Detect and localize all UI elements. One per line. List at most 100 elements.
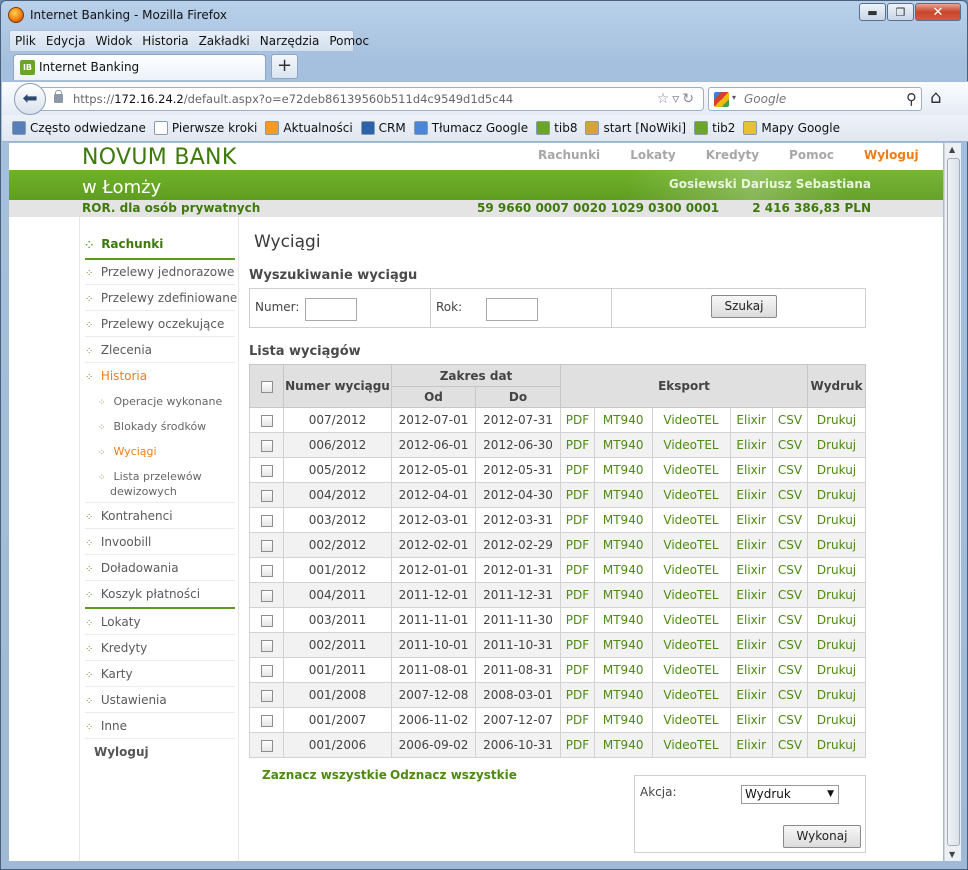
export-videotel-link[interactable]: VideoTEL	[651, 607, 731, 633]
bookmark-item[interactable]: Mapy Google	[743, 121, 840, 135]
export-mt940-link[interactable]: MT940	[593, 732, 653, 758]
menu-narzedzia[interactable]: Narzędzia	[255, 31, 325, 51]
export-pdf-link[interactable]: PDF	[560, 482, 595, 508]
export-mt940-link[interactable]: MT940	[593, 482, 653, 508]
bookmark-item[interactable]: Często odwiedzane	[12, 121, 146, 135]
szukaj-button[interactable]: Szukaj	[711, 295, 777, 318]
export-csv-link[interactable]: CSV	[771, 507, 809, 533]
export-pdf-link[interactable]: PDF	[560, 632, 595, 658]
export-csv-link[interactable]: CSV	[771, 557, 809, 583]
row-checkbox[interactable]	[249, 507, 284, 533]
export-csv-link[interactable]: CSV	[771, 407, 809, 433]
export-pdf-link[interactable]: PDF	[560, 432, 595, 458]
drukuj-link[interactable]: Drukuj	[807, 432, 866, 458]
numer-input[interactable]	[305, 298, 357, 321]
export-pdf-link[interactable]: PDF	[560, 682, 595, 708]
row-checkbox[interactable]	[249, 407, 284, 433]
bookmark-item[interactable]: Pierwsze kroki	[153, 121, 257, 135]
export-elixir-link[interactable]: Elixir	[729, 607, 773, 633]
export-elixir-link[interactable]: Elixir	[729, 632, 773, 658]
sidebar-item-doladowania[interactable]: ⁘ Doładowania	[85, 561, 179, 575]
drukuj-link[interactable]: Drukuj	[807, 507, 866, 533]
drukuj-link[interactable]: Drukuj	[807, 557, 866, 583]
back-arrow-icon[interactable]: ⬅	[14, 83, 46, 115]
export-elixir-link[interactable]: Elixir	[729, 407, 773, 433]
drukuj-link[interactable]: Drukuj	[807, 682, 866, 708]
row-checkbox[interactable]	[249, 557, 284, 583]
export-pdf-link[interactable]: PDF	[560, 707, 595, 733]
export-mt940-link[interactable]: MT940	[593, 532, 653, 558]
menu-widok[interactable]: Widok	[90, 31, 137, 51]
export-elixir-link[interactable]: Elixir	[729, 732, 773, 758]
drukuj-link[interactable]: Drukuj	[807, 657, 866, 683]
bookmark-item[interactable]: Tłumacz Google	[413, 121, 528, 135]
bookmark-item[interactable]: start [NoWiki]	[585, 121, 686, 135]
export-pdf-link[interactable]: PDF	[560, 582, 595, 608]
export-elixir-link[interactable]: Elixir	[729, 507, 773, 533]
export-elixir-link[interactable]: Elixir	[729, 532, 773, 558]
search-box[interactable]: ▾ Google ⚲	[708, 87, 922, 111]
sidebar-sub-wyciagi[interactable]: ⁘ Wyciągi	[98, 445, 157, 460]
sidebar-item-historia[interactable]: ⁘ Historia	[85, 369, 147, 383]
export-elixir-link[interactable]: Elixir	[729, 707, 773, 733]
drukuj-link[interactable]: Drukuj	[807, 607, 866, 633]
export-videotel-link[interactable]: VideoTEL	[651, 507, 731, 533]
export-pdf-link[interactable]: PDF	[560, 507, 595, 533]
export-mt940-link[interactable]: MT940	[593, 632, 653, 658]
export-videotel-link[interactable]: VideoTEL	[651, 407, 731, 433]
drukuj-link[interactable]: Drukuj	[807, 482, 866, 508]
sidebar-item-lokaty[interactable]: ⁘ Lokaty	[85, 615, 141, 629]
drukuj-link[interactable]: Drukuj	[807, 532, 866, 558]
wykonaj-button[interactable]: Wykonaj	[783, 825, 861, 848]
row-checkbox[interactable]	[249, 432, 284, 458]
menu-zakladki[interactable]: Zakładki	[194, 31, 255, 51]
export-videotel-link[interactable]: VideoTEL	[651, 632, 731, 658]
export-elixir-link[interactable]: Elixir	[729, 432, 773, 458]
sidebar-item-przelewy-oczekujace[interactable]: ⁘ Przelewy oczekujące	[85, 317, 224, 331]
export-pdf-link[interactable]: PDF	[560, 732, 595, 758]
export-csv-link[interactable]: CSV	[771, 732, 809, 758]
nav-lokaty[interactable]: Lokaty	[630, 148, 676, 162]
sidebar-item-karty[interactable]: ⁘ Karty	[85, 667, 133, 681]
sidebar-item-wyloguj[interactable]: Wyloguj	[94, 745, 149, 759]
export-videotel-link[interactable]: VideoTEL	[651, 707, 731, 733]
row-checkbox[interactable]	[249, 682, 284, 708]
row-checkbox[interactable]	[249, 607, 284, 633]
close-window-button[interactable]: ✕	[915, 3, 961, 21]
row-checkbox[interactable]	[249, 732, 284, 758]
nav-rachunki[interactable]: Rachunki	[538, 148, 600, 162]
export-csv-link[interactable]: CSV	[771, 482, 809, 508]
sidebar-item-ustawienia[interactable]: ⁘ Ustawienia	[85, 693, 167, 707]
export-csv-link[interactable]: CSV	[771, 657, 809, 683]
drukuj-link[interactable]: Drukuj	[807, 732, 866, 758]
export-videotel-link[interactable]: VideoTEL	[651, 732, 731, 758]
export-pdf-link[interactable]: PDF	[560, 457, 595, 483]
export-csv-link[interactable]: CSV	[771, 532, 809, 558]
drukuj-link[interactable]: Drukuj	[807, 407, 866, 433]
drukuj-link[interactable]: Drukuj	[807, 632, 866, 658]
drukuj-link[interactable]: Drukuj	[807, 582, 866, 608]
export-elixir-link[interactable]: Elixir	[729, 457, 773, 483]
star-icon[interactable]: ☆▿↻	[657, 91, 697, 107]
menu-pomoc[interactable]: Pomoc	[324, 31, 374, 51]
sidebar-item-rachunki[interactable]: ⁘ Rachunki	[85, 237, 163, 251]
akcja-select[interactable]: Wydruk ▼	[741, 785, 839, 804]
sidebar-item-invoobill[interactable]: ⁘ Invoobill	[85, 535, 151, 549]
menu-historia[interactable]: Historia	[137, 31, 193, 51]
tab-internet-banking[interactable]: IB Internet Banking	[13, 54, 266, 80]
select-all-checkbox[interactable]	[249, 364, 284, 408]
row-checkbox[interactable]	[249, 582, 284, 608]
export-mt940-link[interactable]: MT940	[593, 507, 653, 533]
export-elixir-link[interactable]: Elixir	[729, 682, 773, 708]
sidebar-item-kontrahenci[interactable]: ⁘ Kontrahenci	[85, 509, 173, 523]
export-csv-link[interactable]: CSV	[771, 607, 809, 633]
export-pdf-link[interactable]: PDF	[560, 407, 595, 433]
row-checkbox[interactable]	[249, 457, 284, 483]
export-videotel-link[interactable]: VideoTEL	[651, 532, 731, 558]
select-all-link[interactable]: Zaznacz wszystkie	[262, 768, 387, 782]
export-elixir-link[interactable]: Elixir	[729, 657, 773, 683]
drukuj-link[interactable]: Drukuj	[807, 457, 866, 483]
export-pdf-link[interactable]: PDF	[560, 657, 595, 683]
export-videotel-link[interactable]: VideoTEL	[651, 682, 731, 708]
export-csv-link[interactable]: CSV	[771, 582, 809, 608]
